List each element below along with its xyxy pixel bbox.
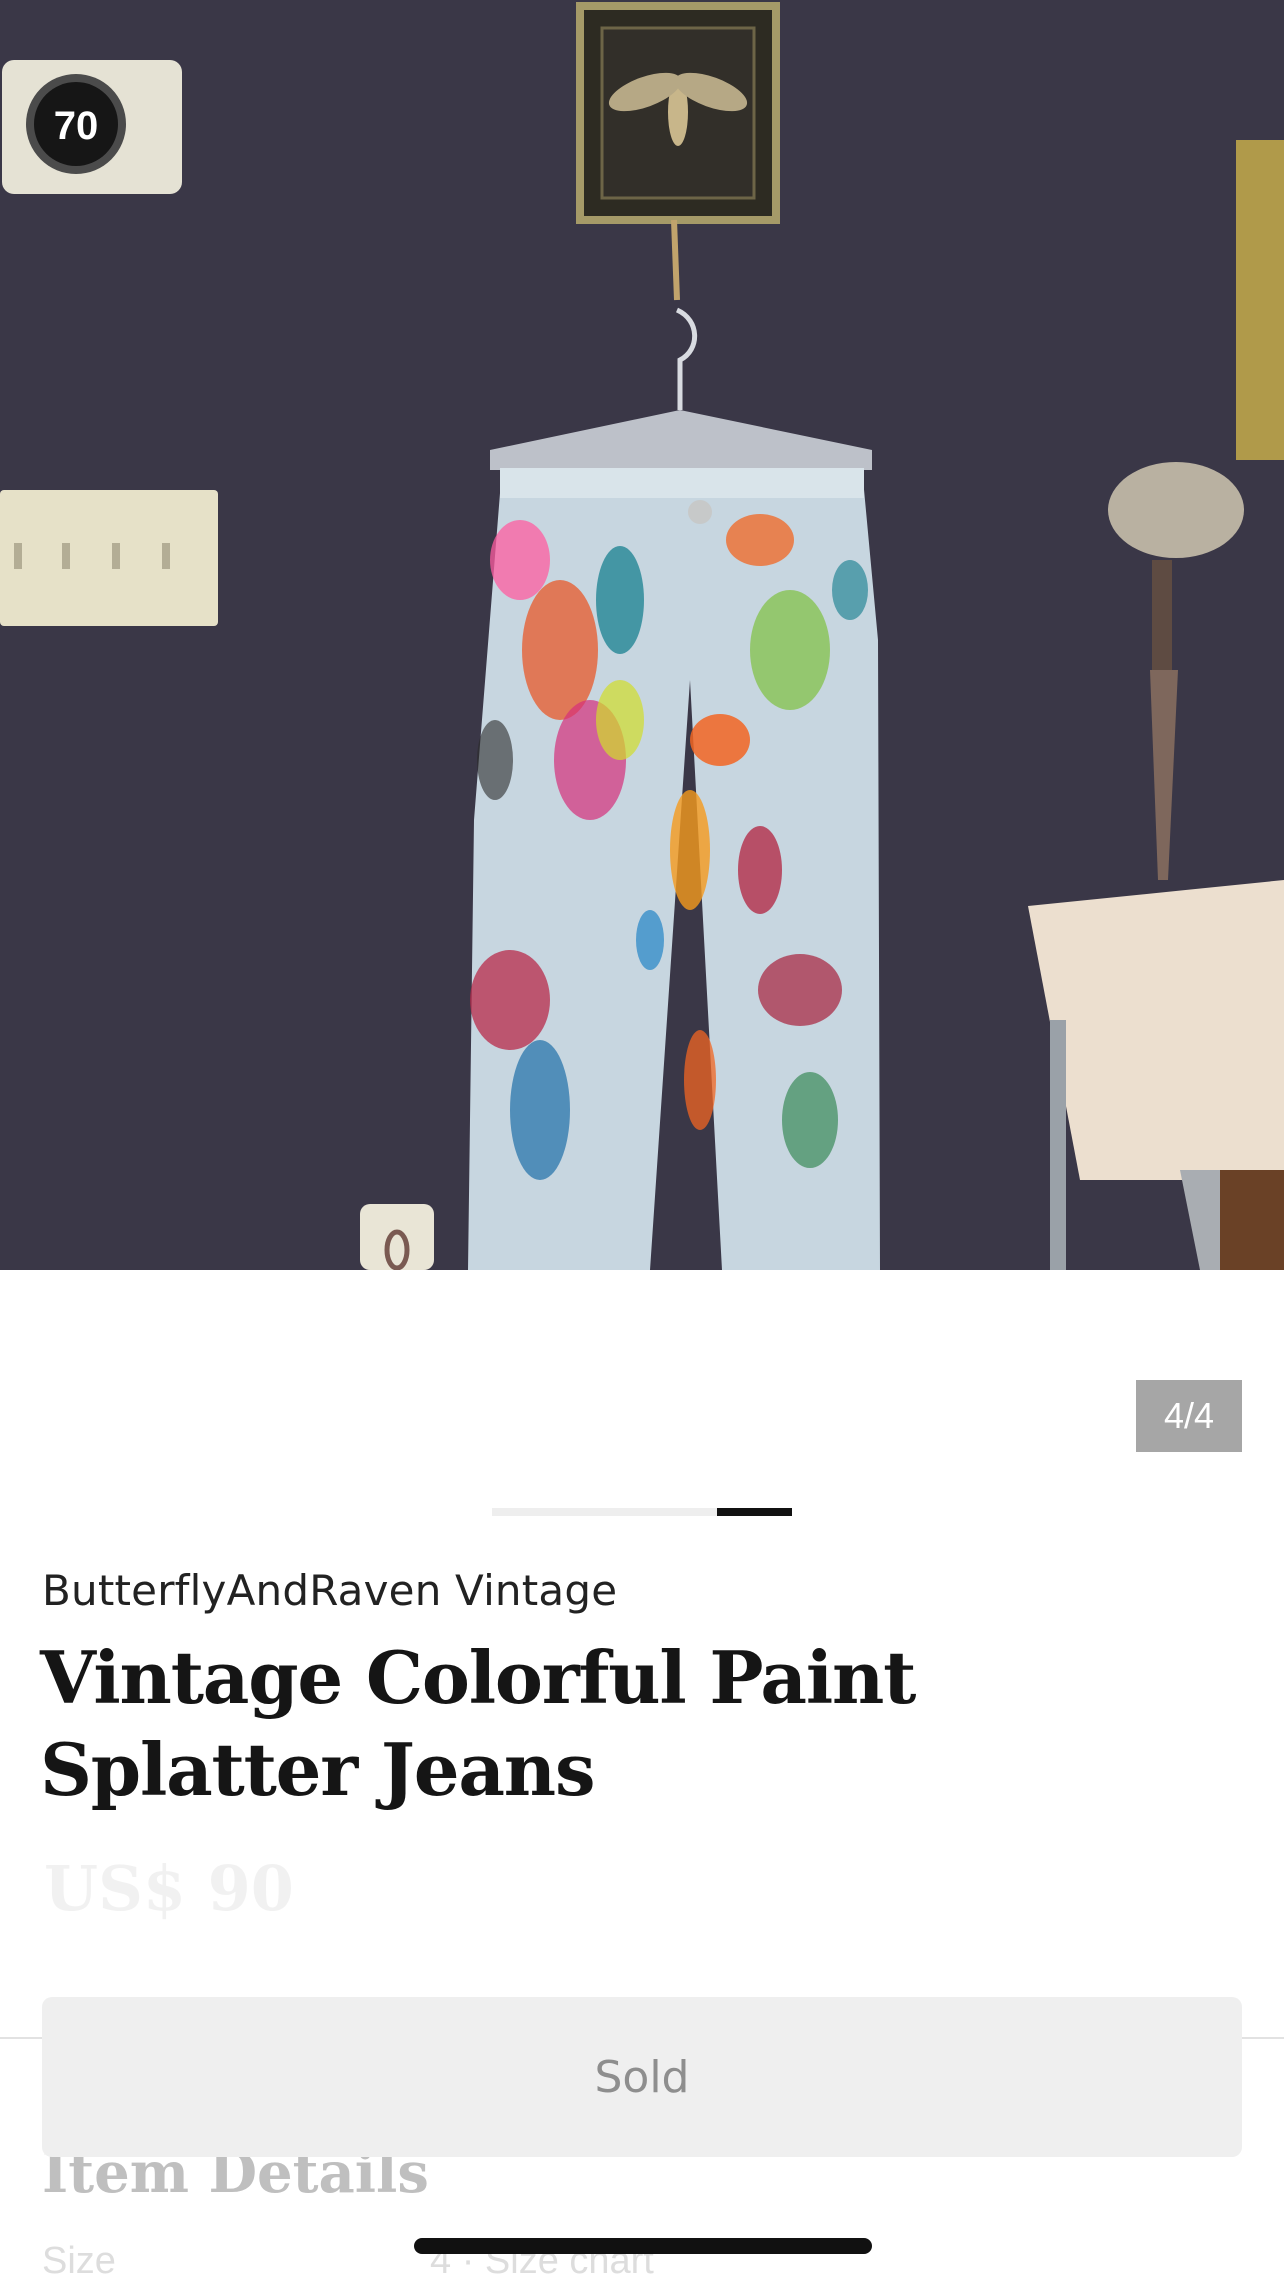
listing-price: US$ 90 bbox=[44, 1852, 294, 1925]
size-label: Size bbox=[42, 2240, 116, 2282]
product-photo[interactable]: 70 bbox=[0, 0, 1284, 1270]
sold-button[interactable]: Sold bbox=[42, 1997, 1242, 2157]
thermostat-reading: 70 bbox=[54, 104, 99, 148]
image-progress-track bbox=[492, 1508, 792, 1516]
size-row: Size 4 · Size chart bbox=[42, 2240, 654, 2283]
image-counter-badge: 4/4 bbox=[1136, 1380, 1242, 1452]
home-indicator[interactable] bbox=[414, 2238, 872, 2254]
image-progress-indicator bbox=[717, 1508, 792, 1516]
shop-name-link[interactable]: ButterflyAndRaven Vintage bbox=[42, 1566, 617, 1615]
listing-title: Vintage Colorful Paint Splatter Jeans bbox=[40, 1635, 916, 1812]
